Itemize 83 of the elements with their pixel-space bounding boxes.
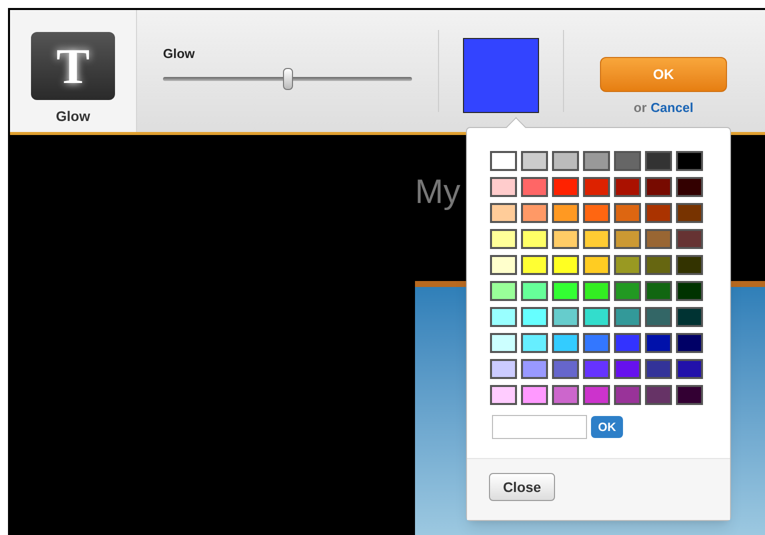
cancel-link[interactable]: Cancel	[650, 98, 694, 118]
color-swatch[interactable]	[645, 307, 672, 327]
color-swatch[interactable]	[583, 203, 610, 223]
color-swatch[interactable]	[490, 359, 517, 379]
color-swatch[interactable]	[645, 359, 672, 379]
current-color-swatch[interactable]	[463, 38, 539, 113]
color-swatch[interactable]	[676, 359, 703, 379]
text-tool-icon[interactable]: T	[31, 32, 115, 100]
color-swatch[interactable]	[521, 307, 548, 327]
color-swatch[interactable]	[490, 203, 517, 223]
color-swatch[interactable]	[614, 333, 641, 353]
color-swatch[interactable]	[521, 229, 548, 249]
color-swatch[interactable]	[645, 203, 672, 223]
color-swatch[interactable]	[552, 229, 579, 249]
color-swatch[interactable]	[583, 385, 610, 405]
color-swatch[interactable]	[490, 229, 517, 249]
glow-slider[interactable]	[163, 68, 412, 90]
color-swatch[interactable]	[583, 281, 610, 301]
color-swatch[interactable]	[583, 333, 610, 353]
slider-label: Glow	[163, 45, 196, 63]
color-swatch[interactable]	[645, 255, 672, 275]
color-swatch[interactable]	[552, 307, 579, 327]
color-swatch[interactable]	[676, 307, 703, 327]
color-swatch[interactable]	[583, 307, 610, 327]
color-swatch[interactable]	[552, 151, 579, 171]
color-swatch[interactable]	[645, 229, 672, 249]
color-swatch[interactable]	[676, 177, 703, 197]
color-swatch[interactable]	[583, 229, 610, 249]
color-swatch[interactable]	[614, 177, 641, 197]
color-swatch[interactable]	[521, 333, 548, 353]
color-swatch[interactable]	[676, 151, 703, 171]
color-swatch[interactable]	[645, 333, 672, 353]
or-text: or	[634, 99, 647, 117]
ok-button[interactable]: OK	[600, 57, 727, 92]
color-swatch[interactable]	[521, 255, 548, 275]
color-swatch[interactable]	[676, 229, 703, 249]
apply-button[interactable]: OK	[591, 416, 623, 438]
color-swatch[interactable]	[645, 281, 672, 301]
color-swatch[interactable]	[490, 151, 517, 171]
color-swatch[interactable]	[490, 255, 517, 275]
color-swatch[interactable]	[583, 151, 610, 171]
color-swatch[interactable]	[645, 177, 672, 197]
color-swatch[interactable]	[676, 203, 703, 223]
color-swatch[interactable]	[490, 281, 517, 301]
color-swatch[interactable]	[614, 151, 641, 171]
close-button[interactable]: Close	[489, 473, 555, 501]
slider-thumb[interactable]	[282, 68, 292, 90]
color-swatch[interactable]	[521, 281, 548, 301]
color-swatch[interactable]	[490, 307, 517, 327]
color-swatch[interactable]	[552, 203, 579, 223]
color-swatch[interactable]	[521, 359, 548, 379]
color-swatch[interactable]	[614, 255, 641, 275]
color-swatch[interactable]	[645, 385, 672, 405]
hex-input-field[interactable]	[492, 415, 587, 439]
color-swatch[interactable]	[614, 359, 641, 379]
color-swatch[interactable]	[552, 385, 579, 405]
color-swatch[interactable]	[552, 281, 579, 301]
color-swatch[interactable]	[676, 281, 703, 301]
color-swatch[interactable]	[490, 177, 517, 197]
color-swatch[interactable]	[521, 177, 548, 197]
color-swatch[interactable]	[490, 385, 517, 405]
color-swatch[interactable]	[614, 385, 641, 405]
color-swatch[interactable]	[614, 229, 641, 249]
color-swatch[interactable]	[521, 151, 548, 171]
color-swatch[interactable]	[614, 281, 641, 301]
color-swatch[interactable]	[614, 307, 641, 327]
color-swatch[interactable]	[552, 177, 579, 197]
color-swatch[interactable]	[645, 151, 672, 171]
color-swatch[interactable]	[552, 359, 579, 379]
color-swatch[interactable]	[521, 385, 548, 405]
color-swatch[interactable]	[552, 333, 579, 353]
tool-label: Glow	[56, 107, 90, 126]
color-swatch[interactable]	[676, 333, 703, 353]
color-swatch[interactable]	[614, 203, 641, 223]
color-swatch[interactable]	[552, 255, 579, 275]
color-swatch[interactable]	[521, 203, 548, 223]
color-swatch[interactable]	[676, 255, 703, 275]
color-swatch[interactable]	[583, 359, 610, 379]
color-swatch[interactable]	[583, 177, 610, 197]
color-swatch[interactable]	[676, 385, 703, 405]
color-swatch[interactable]	[490, 333, 517, 353]
canvas-title: My	[415, 175, 460, 209]
color-swatch[interactable]	[583, 255, 610, 275]
